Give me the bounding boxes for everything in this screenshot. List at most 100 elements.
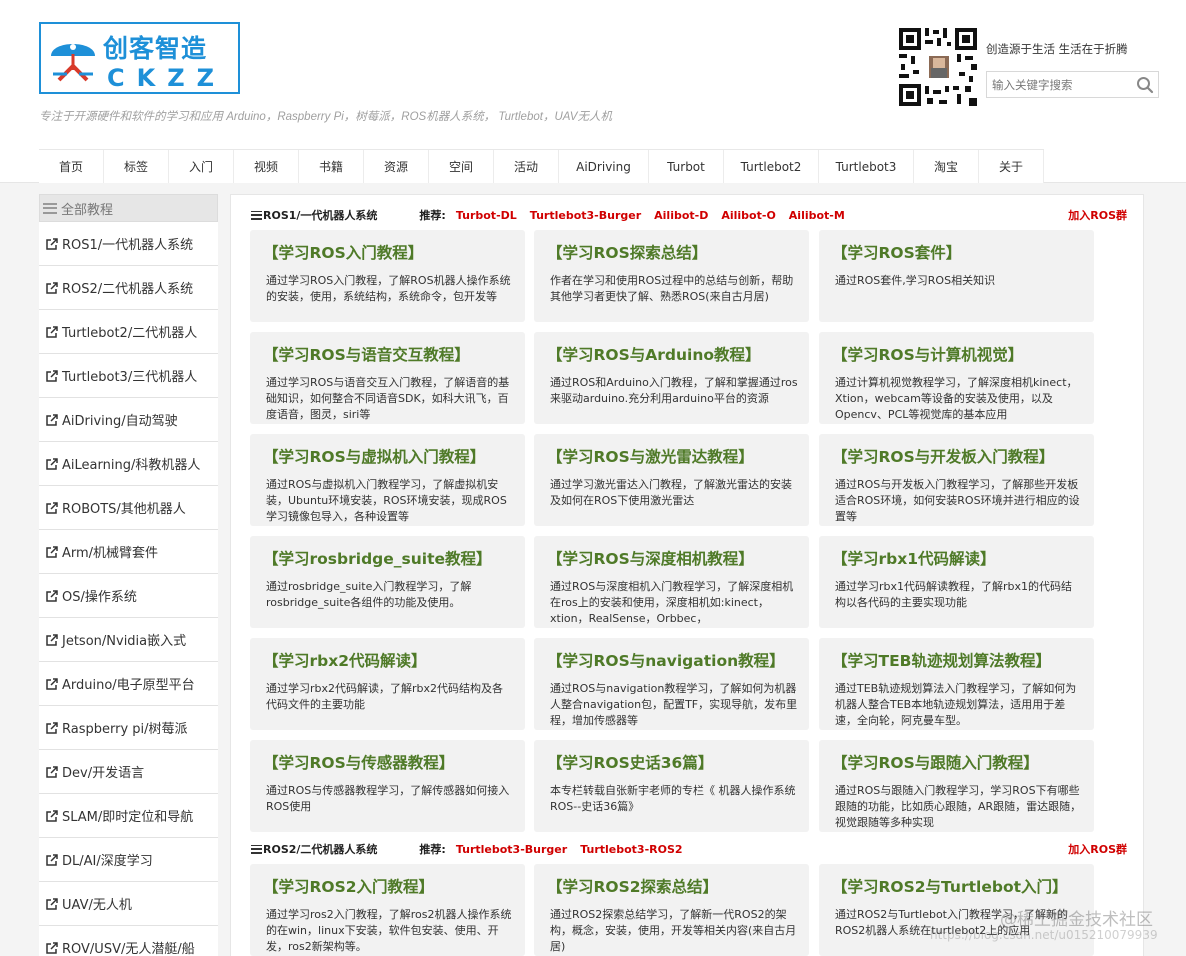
card-title[interactable]: 【学习TEB轨迹规划算法教程】 <box>832 649 1051 671</box>
sidebar-item-label: DL/AI/深度学习 <box>62 854 153 869</box>
tutorial-card[interactable]: 【学习rbx2代码解读】 通过学习rbx2代码解读，了解rbx2代码结构及各代码文… <box>250 638 525 730</box>
sidebar-item[interactable]: ROS1/一代机器人系统 <box>39 222 218 266</box>
sidebar-item[interactable]: DL/AI/深度学习 <box>39 838 218 882</box>
tutorial-card[interactable]: 【学习rosbridge_suite教程】 通过rosbridge_suite入门… <box>250 536 525 628</box>
card-title[interactable]: 【学习ROS与激光雷达教程】 <box>547 445 754 467</box>
nav-getting-started[interactable]: 入门 <box>169 150 234 183</box>
search-input[interactable] <box>987 72 1129 97</box>
recommend-link[interactable]: Turtlebot3-ROS2 <box>580 843 682 856</box>
tutorial-card[interactable]: 【学习ROS与开发板入门教程】 通过ROS与开发板入门教程学习，了解那些开发板适合… <box>819 434 1094 526</box>
card-title[interactable]: 【学习ROS与跟随入门教程】 <box>832 751 1039 773</box>
card-title[interactable]: 【学习ROS史话36篇】 <box>547 751 713 773</box>
tutorial-card[interactable]: 【学习ROS2入门教程】 通过学习ros2入门教程，了解ros2机器人操作系统的在… <box>250 864 525 956</box>
card-title[interactable]: 【学习rbx1代码解读】 <box>832 547 996 569</box>
card-title[interactable]: 【学习ROS2入门教程】 <box>263 875 434 897</box>
card-title[interactable]: 【学习ROS与计算机视觉】 <box>832 343 1023 365</box>
site-logo[interactable]: 创客智造 CKZZ <box>39 22 240 94</box>
nav-videos[interactable]: 视频 <box>234 150 299 183</box>
sidebar-item[interactable]: AiDriving/自动驾驶 <box>39 398 218 442</box>
nav-about[interactable]: 关于 <box>979 150 1044 183</box>
nav-space[interactable]: 空间 <box>429 150 494 183</box>
card-title[interactable]: 【学习ROS探索总结】 <box>547 241 707 263</box>
join-ros-group-link[interactable]: 加入ROS群 <box>1068 841 1127 857</box>
card-title[interactable]: 【学习rbx2代码解读】 <box>263 649 427 671</box>
sidebar-item[interactable]: ROS2/二代机器人系统 <box>39 266 218 310</box>
sidebar-item[interactable]: ROBOTS/其他机器人 <box>39 486 218 530</box>
card-title[interactable]: 【学习ROS与navigation教程】 <box>547 649 785 671</box>
tutorial-card[interactable]: 【学习ROS与深度相机教程】 通过ROS与深度相机入门教程学习，了解深度相机在ro… <box>534 536 809 628</box>
card-title[interactable]: 【学习ROS与开发板入门教程】 <box>832 445 1054 467</box>
sidebar-item[interactable]: Turtlebot3/三代机器人 <box>39 354 218 398</box>
sidebar-item[interactable]: SLAM/即时定位和导航 <box>39 794 218 838</box>
card-title[interactable]: 【学习ROS2探索总结】 <box>547 875 718 897</box>
nav-tags[interactable]: 标签 <box>104 150 169 183</box>
tutorial-card[interactable]: 【学习ROS入门教程】 通过学习ROS入门教程，了解ROS机器人操作系统的安装，使… <box>250 230 525 322</box>
search-box <box>986 71 1159 98</box>
nav-events[interactable]: 活动 <box>494 150 559 183</box>
nav-turtlebot3[interactable]: Turtlebot3 <box>819 150 914 183</box>
tutorial-card[interactable]: 【学习rbx1代码解读】 通过学习rbx1代码解读教程，了解rbx1的代码结构以各… <box>819 536 1094 628</box>
tutorial-card[interactable]: 【学习ROS2探索总结】 通过ROS2探索总结学习，了解新一代ROS2的架构，概念… <box>534 864 809 956</box>
external-link-icon <box>46 501 58 514</box>
nav-aidriving[interactable]: AiDriving <box>559 150 649 183</box>
card-title[interactable]: 【学习ROS与语音交互教程】 <box>263 343 470 365</box>
card-title[interactable]: 【学习ROS与虚拟机入门教程】 <box>263 445 485 467</box>
recommend-link[interactable]: Ailibot-O <box>721 209 775 222</box>
tutorial-card[interactable]: 【学习ROS史话36篇】 本专栏转载自张新宇老师的专栏《 机器人操作系统ROS--… <box>534 740 809 832</box>
recommend-link[interactable]: Turtlebot3-Burger <box>530 209 641 222</box>
sidebar-item[interactable]: Dev/开发语言 <box>39 750 218 794</box>
card-title[interactable]: 【学习ROS套件】 <box>832 241 961 263</box>
tutorial-card[interactable]: 【学习ROS与navigation教程】 通过ROS与navigation教程学习… <box>534 638 809 730</box>
tutorial-card[interactable]: 【学习ROS与激光雷达教程】 通过学习激光雷达入门教程，了解激光雷达的安装及如何在… <box>534 434 809 526</box>
tutorial-card[interactable]: 【学习ROS与传感器教程】通过ROS与传感器教程学习，了解传感器如何接入ROS使… <box>250 740 525 832</box>
nav-taobao[interactable]: 淘宝 <box>914 150 979 183</box>
watermark: @稀土掘金技术社区 <box>1000 910 1153 930</box>
recommend-link[interactable]: Ailibot-M <box>789 209 845 222</box>
tutorial-card[interactable]: 【学习TEB轨迹规划算法教程】通过TEB轨迹规划算法入门教程学习，了解如何为机器… <box>819 638 1094 730</box>
tutorial-card[interactable]: 【学习ROS与语音交互教程】通过学习ROS与语音交互入门教程，了解语音的基础知识… <box>250 332 525 424</box>
nav-turbot[interactable]: Turbot <box>649 150 724 183</box>
sidebar-item[interactable]: Raspberry pi/树莓派 <box>39 706 218 750</box>
site-tagline: 专注于开源硬件和软件的学习和应用 Arduino，Raspberry Pi，树莓… <box>39 111 612 123</box>
sidebar-item[interactable]: UAV/无人机 <box>39 882 218 926</box>
search-icon[interactable] <box>1136 76 1154 94</box>
card-title[interactable]: 【学习ROS入门教程】 <box>263 241 423 263</box>
recommend-link[interactable]: Turtlebot3-Burger <box>456 843 567 856</box>
sidebar-item[interactable]: OS/操作系统 <box>39 574 218 618</box>
nav-turtlebot2[interactable]: Turtlebot2 <box>724 150 819 183</box>
section-title[interactable]: ROS1/一代机器人系统 <box>263 207 377 223</box>
card-title[interactable]: 【学习ROS与Arduino教程】 <box>547 343 761 365</box>
tutorial-card[interactable]: 【学习ROS探索总结】 作者在学习和使用ROS过程中的总结与创新，帮助其他学习者更… <box>534 230 809 322</box>
external-link-icon <box>46 589 58 602</box>
recommend-link[interactable]: Ailibot-D <box>654 209 708 222</box>
tutorial-card[interactable]: 【学习ROS与计算机视觉】 通过计算机视觉教程学习，了解深度相机kinect，Xt… <box>819 332 1094 424</box>
card-title[interactable]: 【学习ROS与传感器教程】 <box>263 751 454 773</box>
logo-emblem-icon <box>51 44 95 82</box>
card-title[interactable]: 【学习ROS2与Turtlebot入门】 <box>832 875 1068 897</box>
sidebar-item[interactable]: AiLearning/科教机器人 <box>39 442 218 486</box>
sidebar-item-label: ROS2/二代机器人系统 <box>62 282 194 297</box>
sidebar-item[interactable]: Jetson/Nvidia嵌入式 <box>39 618 218 662</box>
tutorial-card[interactable]: 【学习ROS套件】 通过ROS套件,学习ROS相关知识 <box>819 230 1094 322</box>
tutorial-card[interactable]: 【学习ROS与跟随入门教程】通过ROS与跟随入门教程学习，学习ROS下有哪些跟随… <box>819 740 1094 832</box>
nav-books[interactable]: 书籍 <box>299 150 364 183</box>
nav-resources[interactable]: 资源 <box>364 150 429 183</box>
recommend-link[interactable]: Turbot-DL <box>456 209 517 222</box>
card-title[interactable]: 【学习ROS与深度相机教程】 <box>547 547 754 569</box>
sidebar-item[interactable]: Turtlebot2/二代机器人 <box>39 310 218 354</box>
join-ros-group-link[interactable]: 加入ROS群 <box>1068 207 1127 223</box>
external-link-icon <box>46 633 58 646</box>
card-description: 通过学习ROS与语音交互入门教程，了解语音的基础知识，如何整合不同语音SDK，如… <box>266 376 510 421</box>
card-description: 通过ROS与传感器教程学习，了解传感器如何接入ROS使用 <box>266 784 510 813</box>
card-title[interactable]: 【学习rosbridge_suite教程】 <box>263 547 492 569</box>
sidebar-item[interactable]: Arduino/电子原型平台 <box>39 662 218 706</box>
nav-home[interactable]: 首页 <box>39 150 104 183</box>
card-description: 通过ROS与跟随入门教程学习，学习ROS下有哪些跟随的功能，比如质心跟随，AR跟… <box>835 784 1082 829</box>
card-description: 通过TEB轨迹规划算法入门教程学习，了解如何为机器人整合TEB本地轨迹规划算法，… <box>835 682 1077 727</box>
sidebar-item[interactable]: Arm/机械臂套件 <box>39 530 218 574</box>
tutorial-card[interactable]: 【学习ROS与虚拟机入门教程】 通过ROS与虚拟机入门教程学习，了解虚拟机安装，U… <box>250 434 525 526</box>
sidebar-header: 全部教程 <box>39 194 218 222</box>
sidebar-item[interactable]: ROV/USV/无人潜艇/船 <box>39 926 218 956</box>
tutorial-card[interactable]: 【学习ROS与Arduino教程】 通过ROS和Arduino入门教程，了解和掌握… <box>534 332 809 424</box>
section-title[interactable]: ROS2/二代机器人系统 <box>263 841 377 857</box>
